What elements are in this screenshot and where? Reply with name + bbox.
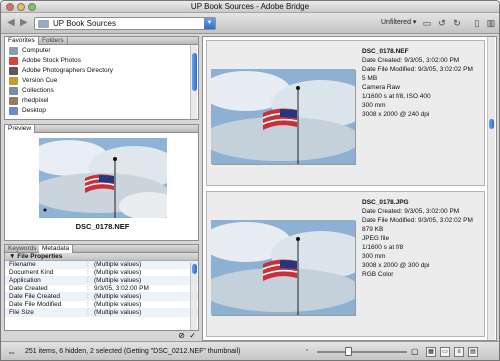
view-versions-icon[interactable]: ▤ <box>468 347 478 357</box>
dropdown-arrow-icon[interactable]: ▼ <box>204 18 215 29</box>
preview-tabs: Preview <box>4 124 199 133</box>
favorite-item-desktop[interactable]: Desktop <box>5 106 198 116</box>
metadata-row: File Size : (Multiple values) <box>5 309 198 317</box>
file-card-jpg[interactable]: DSC_0178.JPG Date Created: 9/3/05, 3:02:… <box>206 191 485 337</box>
metadata-row: Filename : (Multiple values) <box>5 261 198 269</box>
stock-photos-icon <box>9 57 18 65</box>
filter-dropdown[interactable]: Unfiltered ▾ <box>381 17 416 29</box>
status-bar: ⇔ 251 items, 6 hidden, 2 selected (Getti… <box>1 341 499 360</box>
file-card-nef[interactable]: DSC_0178.NEF Date Created: 9/3/05, 3:02:… <box>206 40 485 186</box>
favorite-item-version-cue[interactable]: Version Cue <box>5 76 198 86</box>
favorite-item-stock-photos[interactable]: Adobe Stock Photos <box>5 56 198 66</box>
version-cue-icon <box>9 77 18 85</box>
path-value: UP Book Sources <box>53 19 116 28</box>
tab-keywords[interactable]: Keywords <box>5 245 41 253</box>
favorites-scroll-thumb[interactable] <box>192 53 197 91</box>
metadata-row: Document Kind : (Multiple values) <box>5 269 198 277</box>
window-title: UP Book Sources - Adobe Bridge <box>190 2 310 11</box>
collapse-panels-icon[interactable]: ⇔ <box>7 347 16 357</box>
thumbnail-image[interactable] <box>211 69 355 164</box>
thumbnail-image[interactable] <box>211 220 355 315</box>
status-text: 251 items, 6 hidden, 2 selected (Getting… <box>25 348 241 355</box>
metadata-row: Application : (Multiple values) <box>5 277 198 285</box>
file-name: DSC_0178.JPG <box>362 199 409 206</box>
preview-image <box>39 138 167 218</box>
close-window-icon[interactable] <box>6 3 14 11</box>
desktop-icon <box>9 107 18 115</box>
file-info: DSC_0178.NEF Date Created: 9/3/05, 3:02:… <box>362 48 473 118</box>
zoom-window-icon[interactable] <box>28 3 36 11</box>
view-details-icon[interactable]: ≡ <box>454 347 464 357</box>
metadata-rows: Filename : (Multiple values) Document Ki… <box>5 261 198 317</box>
zoom-out-icon[interactable]: ▫ <box>306 348 308 354</box>
content-scrollbar[interactable] <box>487 37 495 340</box>
metadata-row: Date File Created : (Multiple values) <box>5 293 198 301</box>
preview-filename: DSC_0178.NEF <box>75 222 130 231</box>
tab-folders[interactable]: Folders <box>39 37 68 45</box>
view-filmstrip-icon[interactable]: ▭ <box>440 347 450 357</box>
favorites-panel: Computer Adobe Stock Photos Adobe Photog… <box>4 45 199 120</box>
tab-metadata[interactable]: Metadata <box>39 245 74 253</box>
no-entry-icon[interactable]: ⊘ <box>178 331 185 340</box>
favorite-item-rhedpixel[interactable]: rhedpixel <box>5 96 198 106</box>
directory-icon <box>9 67 18 75</box>
metadata-tabs: Keywords Metadata <box>4 244 199 253</box>
favorites-scrollbar[interactable] <box>190 45 197 119</box>
toolbar: ◀ ▶ UP Book Sources ▼ Unfiltered ▾ ▭ ↺ ↻… <box>1 13 499 34</box>
rotate-left-icon[interactable]: ↺ <box>436 17 448 29</box>
file-properties-section[interactable]: ▼ File Properties <box>5 253 198 261</box>
thumbnail-size-slider[interactable] <box>317 351 407 353</box>
slider-knob[interactable] <box>345 347 352 356</box>
favorite-item-collections[interactable]: Collections <box>5 86 198 96</box>
content-scroll-thumb[interactable] <box>489 119 494 129</box>
minimize-window-icon[interactable] <box>17 3 25 11</box>
file-name: DSC_0178.NEF <box>362 48 409 55</box>
adobe-bridge-window: UP Book Sources - Adobe Bridge ◀ ▶ UP Bo… <box>0 0 500 361</box>
computer-icon <box>9 47 18 55</box>
metadata-row: Date Created : 9/3/05, 3:02:00 PM <box>5 285 198 293</box>
metadata-panel: ▼ File Properties Filename : (Multiple v… <box>4 253 199 331</box>
favorite-item-photographers-directory[interactable]: Adobe Photographers Directory <box>5 66 198 76</box>
title-bar: UP Book Sources - Adobe Bridge <box>1 1 499 13</box>
favorite-item-computer[interactable]: Computer <box>5 46 198 56</box>
view-thumbnails-icon[interactable]: ▦ <box>426 347 436 357</box>
preview-panel: DSC_0178.NEF <box>4 133 199 241</box>
path-dropdown[interactable]: UP Book Sources ▼ <box>34 17 216 30</box>
checkmark-icon[interactable]: ✓ <box>189 331 196 340</box>
metadata-scrollbar[interactable] <box>190 262 197 330</box>
tab-preview[interactable]: Preview <box>5 125 36 133</box>
metadata-row: Date File Modified : (Multiple values) <box>5 301 198 309</box>
collections-icon <box>9 87 18 95</box>
metadata-scroll-thumb[interactable] <box>192 264 197 274</box>
new-folder-icon[interactable]: ▭ <box>421 17 433 29</box>
rotate-right-icon[interactable]: ↻ <box>451 17 463 29</box>
file-info: DSC_0178.JPG Date Created: 9/3/05, 3:02:… <box>362 199 473 278</box>
back-arrow-icon[interactable]: ◀ <box>7 18 15 28</box>
view-toggle-icon[interactable]: ▥ <box>485 17 497 29</box>
forward-arrow-icon[interactable]: ▶ <box>20 18 28 28</box>
zoom-in-icon[interactable]: ▢ <box>411 347 419 356</box>
trash-icon[interactable]: ▯ <box>471 17 483 29</box>
folder-icon <box>38 20 49 28</box>
metadata-footer: ⊘ ✓ <box>4 331 199 341</box>
content-pane: DSC_0178.NEF Date Created: 9/3/05, 3:02:… <box>202 36 497 341</box>
user-folder-icon <box>9 97 18 105</box>
favorites-tabs: Favorites Folders <box>4 36 199 45</box>
tab-favorites[interactable]: Favorites <box>5 37 39 45</box>
left-pane: Favorites Folders Computer Adobe Stock P… <box>4 36 199 341</box>
